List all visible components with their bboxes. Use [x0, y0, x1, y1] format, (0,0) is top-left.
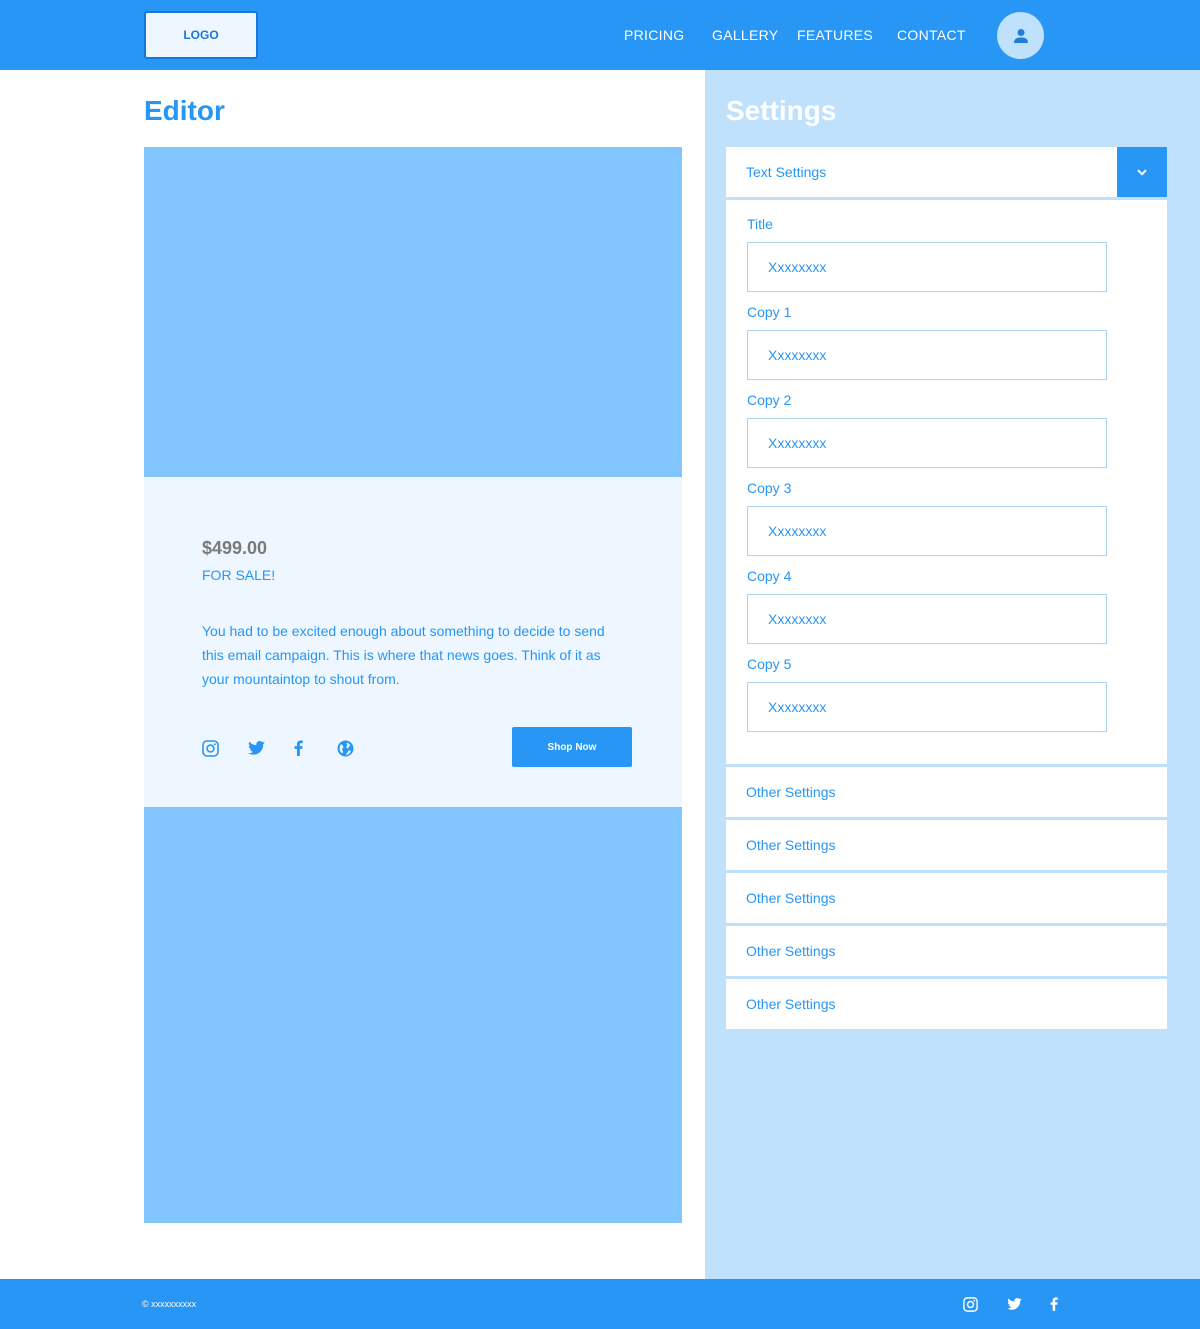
facebook-icon[interactable]: [288, 738, 308, 758]
field-label-copy-5: Copy 5: [747, 656, 792, 672]
copy-5-input[interactable]: [747, 682, 1107, 732]
copy-3-input[interactable]: [747, 506, 1107, 556]
user-avatar-button[interactable]: [997, 12, 1044, 59]
accordion-other-settings[interactable]: Other Settings: [726, 873, 1167, 923]
instagram-icon[interactable]: [960, 1294, 980, 1314]
shop-now-button[interactable]: Shop Now: [512, 727, 632, 767]
copy-2-input[interactable]: [747, 418, 1107, 468]
nav-link-contact[interactable]: CONTACT: [897, 27, 966, 43]
editor-heading: Editor: [144, 95, 225, 126]
nav-link-pricing[interactable]: PRICING: [624, 27, 684, 43]
top-nav-bar: LOGO PRICING GALLERY FEATURES CONTACT: [0, 0, 1200, 70]
chevron-down-icon: [1137, 168, 1147, 176]
twitter-icon[interactable]: [246, 738, 266, 758]
copy-1-input[interactable]: [747, 330, 1107, 380]
accordion-toggle-button[interactable]: [1117, 147, 1167, 197]
text-settings-panel: Title Copy 1 Copy 2 Copy 3 Copy 4 Copy 5: [726, 200, 1167, 764]
settings-heading: Settings: [726, 95, 837, 126]
user-icon: [1013, 28, 1028, 43]
instagram-icon[interactable]: [200, 738, 220, 758]
sale-text: FOR SALE!: [202, 567, 276, 583]
field-label-copy-2: Copy 2: [747, 392, 792, 408]
accordion-label: Text Settings: [746, 164, 827, 180]
copy-4-input[interactable]: [747, 594, 1107, 644]
accordion-text-settings[interactable]: Text Settings: [726, 147, 1167, 197]
footer: © xxxxxxxxxx: [0, 1279, 1200, 1329]
accordion-other-settings[interactable]: Other Settings: [726, 767, 1167, 817]
twitter-icon[interactable]: [1004, 1294, 1024, 1314]
accordion-other-settings[interactable]: Other Settings: [726, 979, 1167, 1029]
globe-icon[interactable]: [335, 738, 355, 758]
title-input[interactable]: [747, 242, 1107, 292]
facebook-icon[interactable]: [1044, 1294, 1064, 1314]
logo[interactable]: LOGO: [144, 11, 258, 59]
field-label-copy-4: Copy 4: [747, 568, 792, 584]
email-content-block[interactable]: $499.00 FOR SALE! You had to be excited …: [144, 477, 682, 807]
description-text: You had to be excited enough about somet…: [202, 623, 605, 687]
copyright-text: © xxxxxxxxxx: [142, 1299, 197, 1309]
image-placeholder-top[interactable]: [144, 147, 682, 477]
field-label-title: Title: [747, 216, 773, 232]
image-placeholder-bottom[interactable]: [144, 807, 682, 1223]
nav-link-gallery[interactable]: GALLERY: [712, 27, 778, 43]
field-label-copy-1: Copy 1: [747, 304, 792, 320]
accordion-other-settings[interactable]: Other Settings: [726, 820, 1167, 870]
nav-link-features[interactable]: FEATURES: [797, 27, 873, 43]
field-label-copy-3: Copy 3: [747, 480, 792, 496]
accordion-other-settings[interactable]: Other Settings: [726, 926, 1167, 976]
price-text: $499.00: [202, 538, 268, 558]
